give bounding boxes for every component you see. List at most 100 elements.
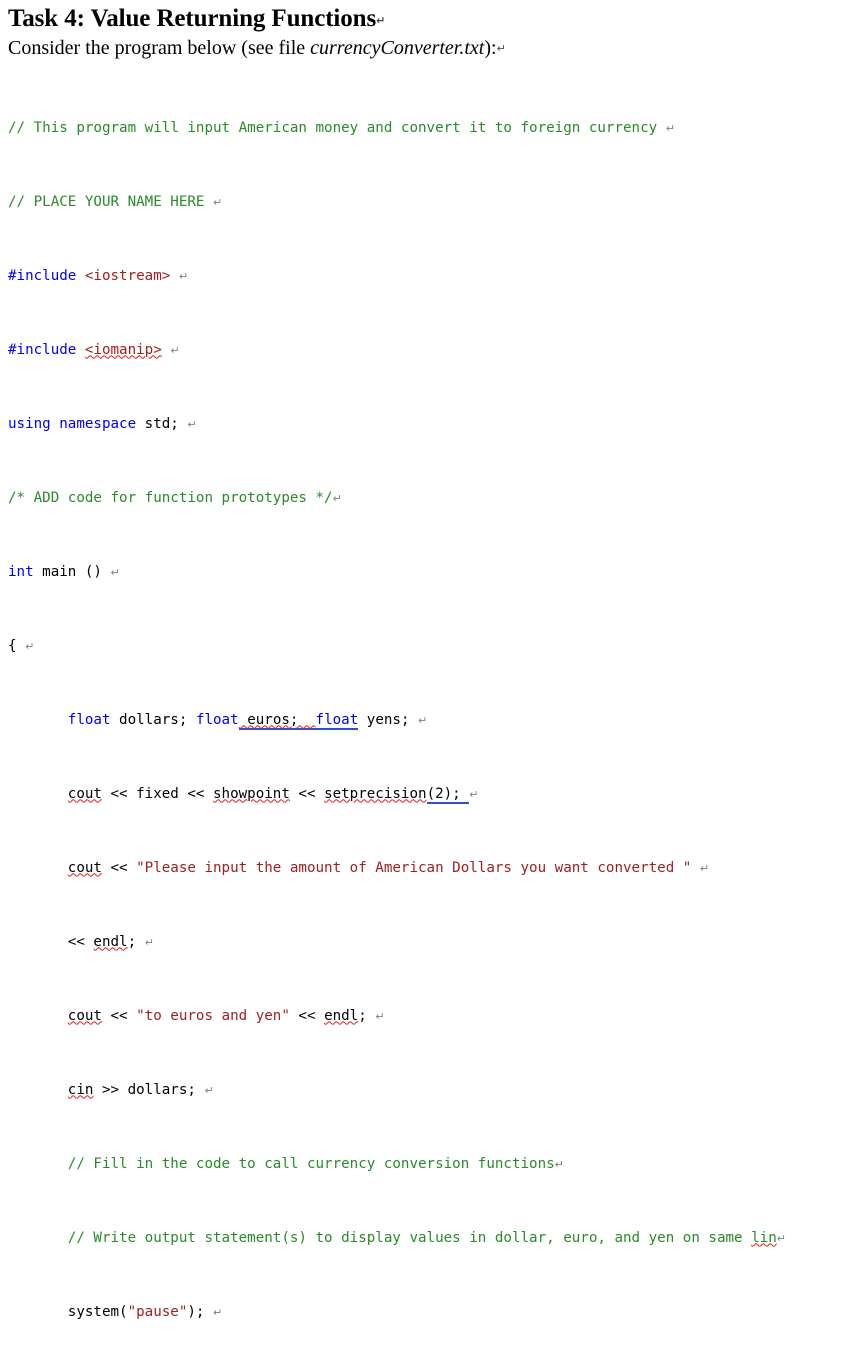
- pilcrow-mark: ↵: [187, 417, 197, 431]
- header-token: <iostream>: [84, 267, 171, 284]
- manipulator-token: endl: [93, 933, 128, 950]
- comment-token-misspelled: lin: [751, 1229, 777, 1246]
- code-line-1: // This program will input American mone…: [8, 119, 849, 138]
- code-line-10: cout << fixed << showpoint << setprecisi…: [8, 785, 849, 804]
- comment-token: // This program will input American mone…: [8, 119, 666, 136]
- stream-token: cout: [67, 785, 102, 802]
- keyword-token: using namespace: [8, 415, 137, 432]
- code-line-12: << endl; ↵: [8, 933, 849, 952]
- pilcrow-mark: ↵: [376, 14, 386, 27]
- code-line-17: system("pause"); ↵: [8, 1303, 849, 1322]
- manipulator-token: endl: [324, 1007, 359, 1024]
- document-page: Task 4: Value Returning Functions↵ Consi…: [0, 0, 849, 1320]
- manipulator-token: setprecision: [324, 785, 427, 802]
- punct-token: ;: [358, 1007, 376, 1024]
- function-call: system(: [67, 1303, 128, 1320]
- pilcrow-mark: ↵: [178, 269, 189, 283]
- pilcrow-mark: ↵: [204, 1083, 214, 1097]
- stream-token: cout: [67, 859, 102, 876]
- operator-token: <<: [67, 933, 94, 950]
- pilcrow-mark: ↵: [699, 861, 710, 875]
- keyword-token: float: [195, 711, 239, 728]
- pilcrow-mark: ↵: [213, 1305, 223, 1319]
- subtitle-tail: ):: [484, 37, 497, 59]
- stream-token: cout: [67, 1007, 102, 1024]
- comment-token: // Write output statement(s) to display …: [67, 1229, 752, 1246]
- code-line-16: // Write output statement(s) to display …: [8, 1229, 849, 1248]
- page-title: Task 4: Value Returning Functions↵: [0, 0, 849, 36]
- pilcrow-mark: ↵: [144, 935, 154, 949]
- string-token: "to euros and yen": [136, 1007, 290, 1024]
- preprocessor-token: #include: [8, 341, 77, 358]
- comment-token: // PLACE YOUR NAME HERE: [8, 193, 213, 210]
- manipulator-args: (2);: [426, 785, 470, 804]
- code-line-2: // PLACE YOUR NAME HERE ↵: [8, 193, 849, 212]
- identifier-token: euros;: [238, 711, 316, 730]
- function-signature: main (): [33, 563, 111, 580]
- manipulator-token: showpoint: [213, 785, 290, 802]
- stream-token: cin: [67, 1081, 94, 1098]
- code-listing: // This program will input American mone…: [0, 61, 849, 1350]
- pilcrow-mark: ↵: [776, 1231, 786, 1245]
- header-token: <iomanip>: [84, 341, 162, 358]
- preprocessor-token: #include: [8, 267, 77, 284]
- code-line-11: cout << "Please input the amount of Amer…: [8, 859, 849, 878]
- code-line-14: cin >> dollars; ↵: [8, 1081, 849, 1100]
- pilcrow-mark: ↵: [418, 713, 428, 727]
- page-subtitle: Consider the program below (see file cur…: [0, 36, 849, 61]
- comment-token: /* ADD code for function prototypes */: [8, 489, 333, 506]
- pilcrow-mark: ↵: [665, 121, 675, 135]
- pilcrow-mark: ↵: [375, 1009, 385, 1023]
- identifier-token: dollars;: [110, 711, 196, 728]
- code-line-6: /* ADD code for function prototypes */↵: [8, 489, 849, 508]
- identifier-token: std;: [144, 415, 188, 432]
- statement-tail: >> dollars;: [93, 1081, 205, 1098]
- code-line-15: // Fill in the code to call currency con…: [8, 1155, 849, 1174]
- operator-token: <<: [101, 1007, 137, 1024]
- keyword-token: float: [315, 711, 359, 730]
- operator-token: <<: [289, 785, 325, 802]
- brace-token: {: [8, 637, 26, 654]
- page-title-text: Task 4: Value Returning Functions: [8, 5, 377, 32]
- subtitle-lead: Consider the program below (see file: [8, 37, 311, 59]
- code-line-5: using namespace std; ↵: [8, 415, 849, 434]
- pilcrow-mark: ↵: [110, 565, 120, 579]
- comment-token: // Fill in the code to call currency con…: [67, 1155, 555, 1172]
- code-line-4: #include <iomanip> ↵: [8, 341, 849, 360]
- pilcrow-mark: ↵: [213, 195, 223, 209]
- pilcrow-mark: ↵: [554, 1157, 564, 1171]
- identifier-token: yens;: [358, 711, 419, 728]
- punct-token: ;: [127, 933, 145, 950]
- subtitle-filename: currencyConverter.txt: [310, 37, 485, 59]
- pilcrow-mark: ↵: [496, 42, 506, 55]
- operator-token: <<: [101, 859, 137, 876]
- keyword-token: int: [8, 563, 34, 580]
- operator-token: << fixed <<: [101, 785, 214, 802]
- keyword-token: float: [67, 711, 111, 728]
- pilcrow-mark: ↵: [332, 491, 342, 505]
- operator-token: <<: [289, 1007, 325, 1024]
- string-token: "Please input the amount of American Dol…: [136, 859, 692, 876]
- code-line-13: cout << "to euros and yen" << endl; ↵: [8, 1007, 849, 1026]
- code-line-9: float dollars; float euros; float yens; …: [8, 711, 849, 730]
- pilcrow-mark: ↵: [170, 343, 180, 357]
- code-line-8: { ↵: [8, 637, 849, 656]
- pilcrow-mark: ↵: [469, 787, 479, 801]
- pilcrow-mark: ↵: [25, 639, 35, 653]
- string-token: "pause": [127, 1303, 188, 1320]
- statement-tail: );: [187, 1303, 214, 1320]
